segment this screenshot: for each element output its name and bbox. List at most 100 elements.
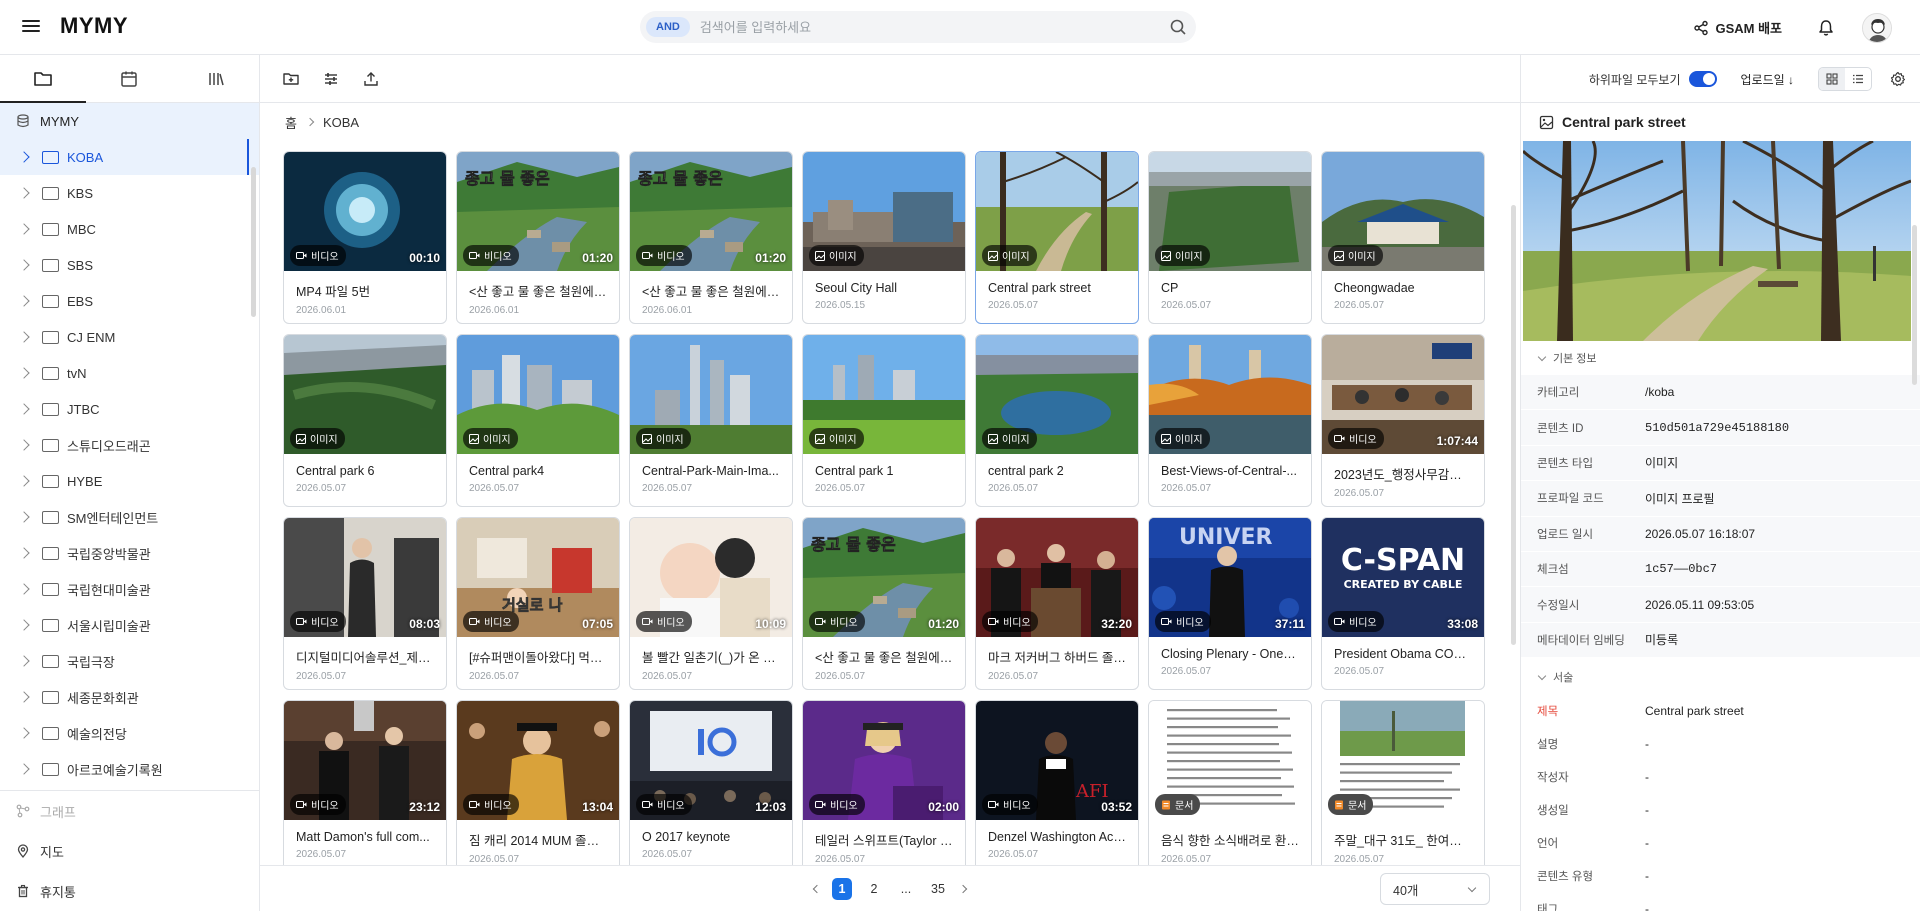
sidebar-item[interactable]: KOBA [0,139,259,175]
content-card[interactable]: 이미지 Cheongwadae 2026.05.07 [1321,151,1485,324]
user-avatar[interactable] [1862,12,1892,43]
content-card[interactable]: 종고 물 좋은 비디오 01:20 <산 좋고 물 좋은 철원에 ... 2026.05… [802,517,966,690]
content-card[interactable]: 이미지 Central-Park-Main-Ima... 2026.05.07 [629,334,793,507]
description-row[interactable]: 생성일 - [1521,793,1920,826]
description-row[interactable]: 콘텐츠 유형 - [1521,859,1920,892]
basic-info-section-header[interactable]: 기본 정보 [1521,341,1920,375]
map-link[interactable]: 지도 [0,831,259,871]
content-card[interactable]: 종고 물 좋은 비디오 01:20 <산 좋고 물 좋은 철원에 ... 2026.06… [629,151,793,324]
sidebar-item[interactable]: HYBE [0,463,259,499]
sort-select[interactable]: 업로드일 ↓ [1741,71,1795,88]
chevron-right-icon[interactable] [18,547,30,559]
bell-icon[interactable] [1816,18,1836,38]
chevron-right-icon[interactable] [18,367,30,379]
description-row[interactable]: 작성자 - [1521,760,1920,793]
content-card[interactable]: 비디오 1:07:44 2023년도_행정사무감사_... 2026.05.07 [1321,334,1485,507]
graph-link[interactable]: 그래프 [0,791,259,831]
chevron-right-icon[interactable] [18,511,30,523]
content-card[interactable]: 비디오 00:10 MP4 파일 5번 2026.06.01 [283,151,447,324]
search-input[interactable] [699,19,1162,35]
menu-icon[interactable] [22,18,40,34]
sidebar-item[interactable]: 스튜디오드래곤 [0,427,259,463]
chevron-right-icon[interactable] [18,727,30,739]
content-card[interactable]: 비디오 08:03 디지털미디어솔루션_제머... 2026.05.07 [283,517,447,690]
content-card[interactable]: 종고 물 좋은 비디오 01:20 <산 좋고 물 좋은 철원에 ... 2026.06… [456,151,620,324]
sidebar-item[interactable]: JTBC [0,391,259,427]
chevron-right-icon[interactable] [18,619,30,631]
content-card[interactable]: 이미지 Seoul City Hall 2026.05.15 [802,151,966,324]
sidebar-item[interactable]: SBS [0,247,259,283]
content-card[interactable]: 이미지 CP 2026.05.07 [1148,151,1312,324]
sidebar-item[interactable]: 서울시립미술관 [0,607,259,643]
chevron-right-icon[interactable] [18,331,30,343]
chevron-right-icon[interactable] [18,655,30,667]
tree-root[interactable]: MYMY [0,103,259,139]
chevron-right-icon[interactable] [18,259,30,271]
description-row[interactable]: 설명 - [1521,727,1920,760]
chevron-right-icon[interactable] [18,223,30,235]
content-card[interactable]: 문서 음식 향한 소식배려로 환길... 2026.05.07 [1148,700,1312,865]
breadcrumb-home[interactable]: 홈 [285,113,297,132]
content-card[interactable]: 비디오 02:00 테일러 스위프트(Taylor S... 2026.05.07 [802,700,966,865]
trash-link[interactable]: 휴지통 [0,871,259,911]
chevron-right-icon[interactable] [18,475,30,487]
chevron-right-icon[interactable] [18,295,30,307]
sidebar-item[interactable]: tvN [0,355,259,391]
sidebar-item[interactable]: 예술의전당 [0,715,259,751]
chevron-right-icon[interactable] [18,691,30,703]
content-card[interactable]: 거실로 나 비디오 07:05 [#슈퍼맨이돌아왔다] 먹짱 ... 2026.05.0… [456,517,620,690]
description-section-header[interactable]: 서술 [1521,660,1920,695]
upload-icon[interactable] [362,70,380,88]
sidebar-item[interactable]: KBS [0,175,259,211]
content-card[interactable]: 이미지 Best-Views-of-Central-... 2026.05.07 [1148,334,1312,507]
page-last[interactable]: 35 [928,878,948,900]
sidebar-item[interactable]: 국립극장 [0,643,259,679]
sidebar-item[interactable]: EBS [0,283,259,319]
sidebar-item[interactable]: 아르코예술기록원 [0,751,259,787]
chevron-right-icon[interactable] [18,583,30,595]
next-page-icon[interactable] [958,884,968,893]
page-2[interactable]: 2 [864,878,884,900]
chevron-right-icon[interactable] [18,151,30,163]
sidebar-item[interactable]: MBC [0,211,259,247]
chevron-right-icon[interactable] [18,187,30,199]
search-operator-badge[interactable]: AND [646,17,690,37]
sidebar-item[interactable]: 국립현대미술관 [0,571,259,607]
description-row[interactable]: 언어 - [1521,826,1920,859]
sidebar-item[interactable]: SM엔터테인먼트 [0,499,259,535]
app-logo[interactable]: MYMY [60,13,128,39]
sidebar-scrollbar[interactable] [251,167,256,317]
grid-scrollbar[interactable] [1511,205,1516,645]
content-card[interactable]: C-SPAN CREATED BY CABLE 비디오 33:08 President … [1321,517,1485,690]
detail-scrollbar[interactable] [1912,225,1917,385]
chevron-right-icon[interactable] [18,403,30,415]
new-folder-icon[interactable] [282,70,300,88]
content-card[interactable]: 이미지 Central park 1 2026.05.07 [802,334,966,507]
list-view-icon[interactable] [1845,68,1871,90]
content-card[interactable]: 이미지 Central park4 2026.05.07 [456,334,620,507]
content-card[interactable]: 비디오 23:12 Matt Damon's full com... 2026.05.… [283,700,447,865]
deploy-button[interactable]: GSAM 배포 [1693,18,1782,37]
grid-view-icon[interactable] [1819,68,1845,90]
settings-gear-icon[interactable] [1890,71,1906,87]
sidebar-item[interactable]: CJ ENM [0,319,259,355]
content-card[interactable]: 비디오 12:03 O 2017 keynote 2026.05.07 [629,700,793,865]
sidebar-item[interactable]: 세종문화회관 [0,679,259,715]
content-card[interactable]: 이미지 Central park street 2026.05.07 [975,151,1139,324]
content-card[interactable]: 비디오 10:09 볼 빨간 일촌기(_)가 온 똥별... 2026.05.07 [629,517,793,690]
content-card[interactable]: 문서 주말_대구 31도_ 한여름 더... 2026.05.07 [1321,700,1485,865]
tab-folders[interactable] [0,55,87,103]
chevron-right-icon[interactable] [18,439,30,451]
content-card[interactable]: UNIVER 비디오 37:11 Closing Plenary - One o...… [1148,517,1312,690]
content-card[interactable]: 이미지 central park 2 2026.05.07 [975,334,1139,507]
description-row[interactable]: 태그 - [1521,892,1920,911]
subfolder-toggle[interactable] [1688,71,1717,87]
page-1[interactable]: 1 [832,877,852,900]
content-card[interactable]: 이미지 Central park 6 2026.05.07 [283,334,447,507]
tab-library[interactable] [173,55,259,102]
chevron-right-icon[interactable] [18,763,30,775]
breadcrumb-current[interactable]: KOBA [323,115,359,130]
search-icon[interactable] [1162,11,1196,43]
filter-sliders-icon[interactable] [322,70,340,88]
content-card[interactable]: 비디오 32:20 마크 저커버그 하버드 졸업 ... 2026.05.07 [975,517,1139,690]
